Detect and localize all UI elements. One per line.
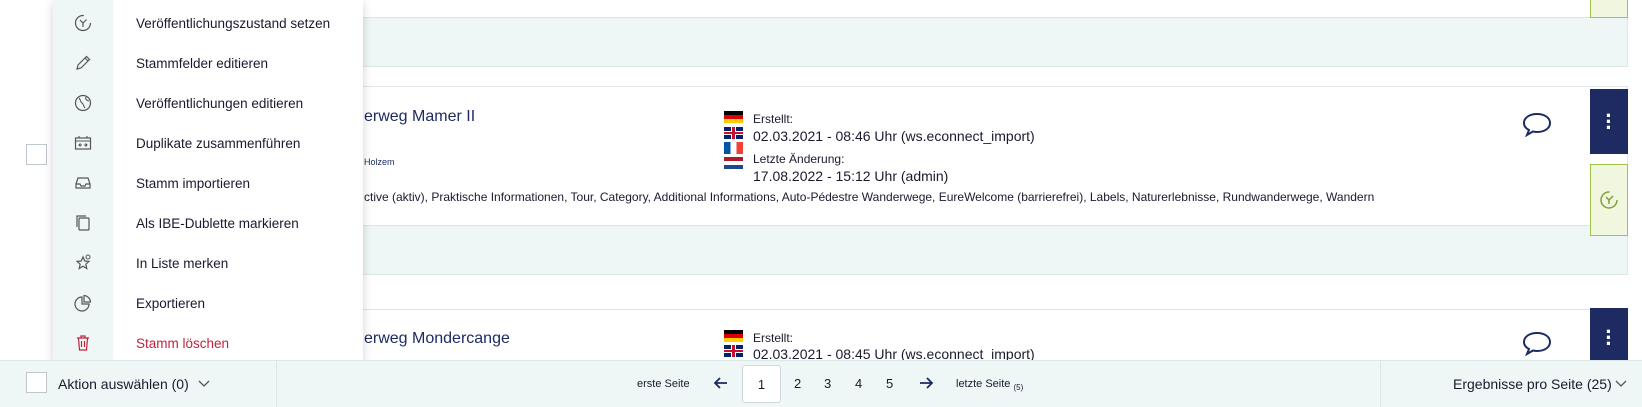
kebab-icon: · · ·: [1605, 319, 1613, 356]
result-list-page: erweg Mamer II Holzem ctive (aktiv), Pra…: [0, 0, 1642, 407]
menu-item-label: Veröffentlichungen editieren: [136, 95, 304, 111]
menu-item-import-master[interactable]: Stamm importieren: [53, 163, 363, 203]
globe-icon: [53, 83, 113, 123]
menu-item-label: Stamm importieren: [136, 175, 251, 191]
menu-item-export[interactable]: Exportieren: [53, 283, 363, 323]
result-title[interactable]: erweg Mondercange: [364, 330, 510, 348]
flag-nl-icon: [724, 157, 743, 169]
results-per-page-dropdown[interactable]: Ergebnisse pro Seite (25): [1453, 376, 1612, 392]
menu-item-mark-ibe-duplicate[interactable]: Als IBE-Dublette markieren: [53, 203, 363, 243]
row-checkbox[interactable]: [26, 144, 47, 165]
publish-state-button[interactable]: [1590, 164, 1628, 236]
divider: [1380, 361, 1381, 407]
modified-label: Letzte Änderung:: [753, 152, 845, 166]
pie-chart-icon: [53, 283, 113, 323]
copy-mark-icon: [53, 203, 113, 243]
created-label: Erstellt:: [753, 112, 794, 126]
publish-state-button-previous[interactable]: [1590, 0, 1628, 18]
merge-duplicates-icon: [53, 123, 113, 163]
result-categories: ctive (aktiv), Praktische Informationen,…: [364, 190, 1375, 204]
menu-item-label: Als IBE-Dublette markieren: [136, 215, 299, 231]
star-pin-icon: [53, 243, 113, 283]
divider: [276, 361, 277, 407]
result-place: Holzem: [364, 157, 395, 167]
menu-item-edit-master-fields[interactable]: Stammfelder editieren: [53, 43, 363, 83]
publish-state-icon: [1600, 191, 1618, 209]
comment-icon[interactable]: [1522, 330, 1552, 356]
flag-gb-icon: [724, 345, 743, 357]
page-link[interactable]: 3: [824, 376, 831, 391]
first-page-link[interactable]: erste Seite: [637, 378, 690, 390]
publish-state-icon: [53, 3, 113, 43]
created-label: Erstellt:: [753, 331, 794, 345]
more-actions-button[interactable]: · · ·: [1590, 308, 1628, 368]
last-page-label: letzte Seite: [956, 378, 1011, 390]
flag-de-icon: [724, 330, 743, 342]
select-all-checkbox[interactable]: [26, 372, 47, 393]
actions-context-menu: Veröffentlichungszustand setzen Stammfel…: [53, 0, 363, 364]
menu-item-label: Duplikate zusammenführen: [136, 135, 301, 151]
page-link[interactable]: 4: [855, 376, 862, 391]
menu-item-label: Exportieren: [136, 295, 206, 311]
trash-icon: [53, 323, 113, 363]
page-link[interactable]: 5: [886, 376, 893, 391]
menu-item-edit-publications[interactable]: Veröffentlichungen editieren: [53, 83, 363, 123]
menu-item-label: Stamm löschen: [136, 335, 230, 351]
last-page-link[interactable]: letzte Seite (5): [956, 378, 1023, 392]
more-actions-button[interactable]: · · ·: [1590, 89, 1628, 154]
result-title[interactable]: erweg Mamer II: [364, 108, 475, 126]
pencil-icon: [53, 43, 113, 83]
comment-icon[interactable]: [1522, 111, 1552, 137]
chevron-down-icon[interactable]: [197, 376, 211, 390]
flag-fr-icon: [724, 142, 743, 154]
menu-item-label: Stammfelder editieren: [136, 55, 269, 71]
flag-gb-icon: [724, 127, 743, 139]
modified-value: 17.08.2022 - 15:12 Uhr (admin): [753, 168, 949, 184]
current-page-indicator: 1: [742, 365, 781, 403]
kebab-icon: · · ·: [1605, 102, 1613, 140]
menu-item-label: In Liste merken: [136, 255, 229, 271]
menu-item-merge-duplicates[interactable]: Duplikate zusammenführen: [53, 123, 363, 163]
menu-item-label: Veröffentlichungszustand setzen: [136, 15, 331, 31]
created-value: 02.03.2021 - 08:46 Uhr (ws.econnect_impo…: [753, 128, 1035, 144]
flag-de-icon: [724, 111, 743, 123]
page-link[interactable]: 2: [794, 376, 801, 391]
arrow-left-icon[interactable]: [713, 375, 729, 391]
arrow-right-icon[interactable]: [918, 375, 934, 391]
last-page-count: (5): [1013, 383, 1024, 393]
menu-item-set-publish-state[interactable]: Veröffentlichungszustand setzen: [53, 3, 363, 43]
action-select-dropdown[interactable]: Aktion auswählen (0): [58, 376, 189, 392]
bottom-action-bar: Aktion auswählen (0) erste Seite 1 2 3 4…: [0, 360, 1642, 407]
inbox-import-icon: [53, 163, 113, 203]
menu-item-remember-in-list[interactable]: In Liste merken: [53, 243, 363, 283]
chevron-down-icon[interactable]: [1614, 376, 1628, 390]
menu-item-delete-master[interactable]: Stamm löschen: [53, 323, 363, 363]
